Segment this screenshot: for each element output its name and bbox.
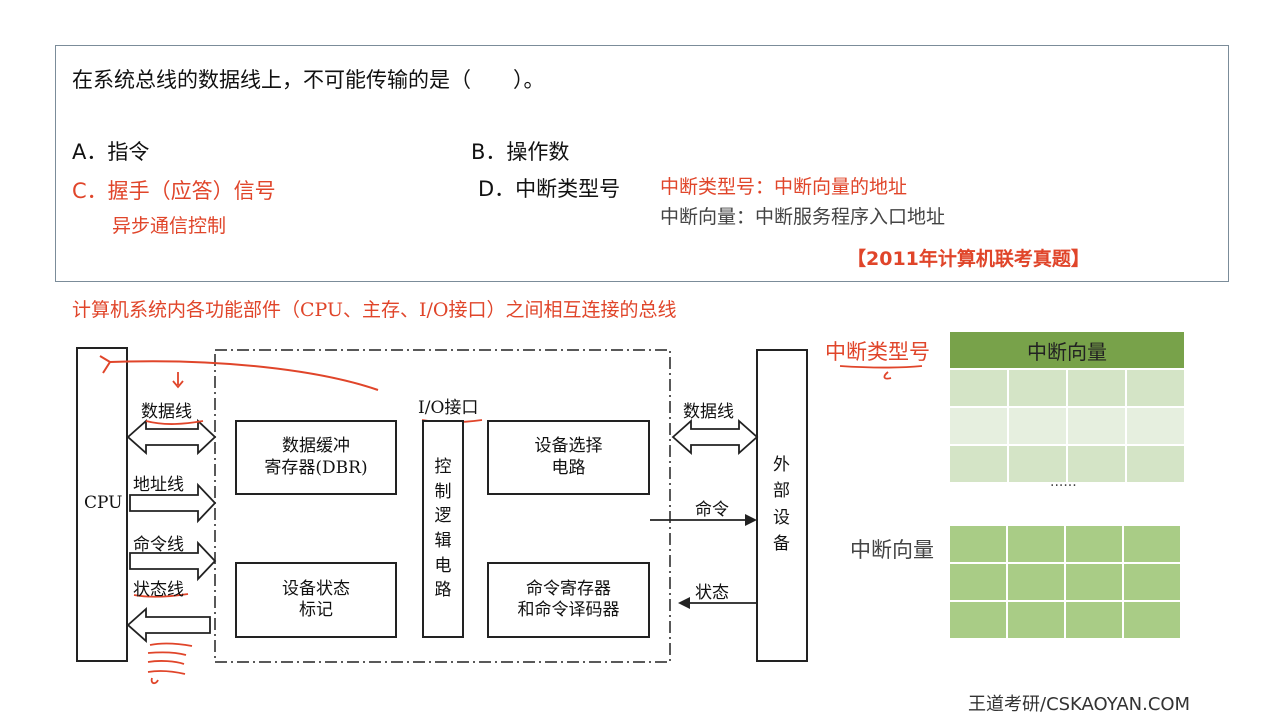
vector-table-top: 中断向量 bbox=[948, 330, 1186, 484]
command-line-label: 命令线 bbox=[133, 535, 184, 555]
interrupt-type-label: 中断类型号 bbox=[825, 340, 930, 364]
device-select-box: 设备选择 电路 bbox=[487, 420, 650, 495]
interrupt-vector-label: 中断向量 bbox=[850, 538, 934, 562]
command-register-box: 命令寄存器 和命令译码器 bbox=[487, 562, 650, 638]
watermark: 王道考研/CSKAOYAN.COM bbox=[968, 694, 1191, 715]
dbr-box: 数据缓冲 寄存器(DBR) bbox=[235, 420, 397, 495]
vector-table-header: 中断向量 bbox=[948, 330, 1186, 370]
cpu-label: CPU bbox=[84, 493, 123, 513]
io-interface-label: I/O接口 bbox=[418, 398, 479, 418]
device-status-label: 设备状态 标记 bbox=[282, 578, 350, 620]
vector-table-bottom bbox=[948, 524, 1182, 640]
command-register-label: 命令寄存器 和命令译码器 bbox=[517, 578, 620, 620]
right-data-line-label: 数据线 bbox=[683, 402, 734, 422]
dbr-label: 数据缓冲 寄存器(DBR) bbox=[264, 436, 368, 478]
address-line-label: 地址线 bbox=[133, 475, 184, 495]
vector-table-ellipsis: ...... bbox=[1050, 474, 1077, 490]
status-label: 状态 bbox=[695, 583, 729, 603]
device-select-label: 设备选择 电路 bbox=[534, 436, 603, 478]
control-logic-label: 控 制 逻 辑 电 路 bbox=[434, 457, 452, 601]
external-device-label: 外 部 设 备 bbox=[773, 455, 790, 555]
status-line-label: 状态线 bbox=[133, 580, 184, 600]
command-label: 命令 bbox=[695, 500, 729, 520]
device-status-box: 设备状态 标记 bbox=[235, 562, 397, 638]
data-line-label: 数据线 bbox=[141, 402, 192, 422]
control-logic-box: 控 制 逻 辑 电 路 bbox=[422, 420, 464, 638]
